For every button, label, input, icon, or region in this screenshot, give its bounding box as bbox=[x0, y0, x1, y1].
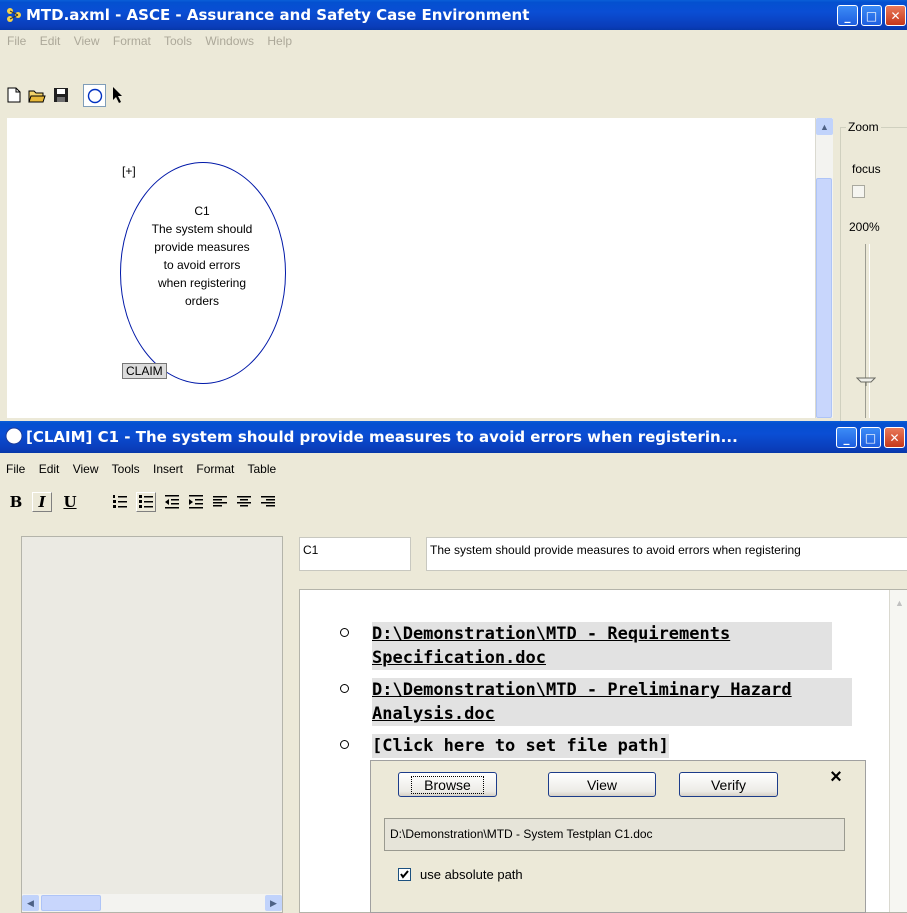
absolute-path-checkbox[interactable] bbox=[398, 868, 411, 881]
menu-format[interactable]: Format bbox=[113, 34, 151, 48]
browse-button-label: Browse bbox=[411, 775, 484, 794]
browse-button[interactable]: Browse bbox=[398, 772, 497, 797]
zoom-level-value: 200% bbox=[849, 220, 880, 234]
claim-menu-file[interactable]: File bbox=[6, 462, 25, 476]
claim-menu-bar: File Edit View Tools Insert Format Table bbox=[0, 455, 907, 483]
body-vertical-scrollbar[interactable]: ▲ bbox=[889, 590, 907, 912]
claim-menu-view[interactable]: View bbox=[73, 462, 99, 476]
zoom-label: Zoom bbox=[846, 120, 881, 134]
claim-menu-tools[interactable]: Tools bbox=[112, 462, 140, 476]
claim-minimize-button[interactable]: _ bbox=[836, 427, 857, 448]
minimize-button[interactable]: _ bbox=[837, 5, 858, 26]
claim-menu-table[interactable]: Table bbox=[248, 462, 277, 476]
view-button[interactable]: View bbox=[548, 772, 656, 797]
hscroll-thumb[interactable] bbox=[41, 895, 101, 911]
menu-view[interactable]: View bbox=[74, 34, 100, 48]
node-type-label[interactable]: CLAIM bbox=[122, 363, 167, 379]
claim-title-field[interactable]: The system should provide measures to av… bbox=[426, 537, 907, 571]
align-right-icon[interactable] bbox=[258, 492, 278, 512]
claim-menu-format[interactable]: Format bbox=[196, 462, 234, 476]
zoom-slider-thumb[interactable] bbox=[855, 374, 877, 386]
open-folder-icon[interactable] bbox=[27, 85, 47, 105]
evidence-item: [Click here to set file path] bbox=[340, 734, 860, 758]
zoom-slider-track bbox=[865, 244, 870, 418]
evidence-link-requirements[interactable]: D:\Demonstration\MTD - Requirements Spec… bbox=[372, 622, 832, 670]
menu-help[interactable]: Help bbox=[267, 34, 292, 48]
evidence-item: D:\Demonstration\MTD - Requirements Spec… bbox=[340, 622, 860, 670]
bullet-circle-icon bbox=[340, 684, 349, 693]
diagram-canvas[interactable]: [+] C1 The system should provide measure… bbox=[7, 118, 832, 418]
claim-id-field[interactable]: C1 bbox=[299, 537, 411, 571]
file-path-popup: Browse View Verify × D:\Demonstration\MT… bbox=[370, 760, 866, 913]
claim-menu-insert[interactable]: Insert bbox=[153, 462, 183, 476]
main-window-title: MTD.axml - ASCE - Assurance and Safety C… bbox=[26, 6, 530, 24]
canvas-vertical-scrollbar[interactable]: ▲ bbox=[815, 118, 833, 418]
bullet-circle-icon bbox=[340, 628, 349, 637]
main-menu-bar: File Edit View Format Tools Windows Help bbox=[0, 30, 907, 52]
underline-button[interactable]: U bbox=[60, 492, 80, 512]
new-file-icon[interactable] bbox=[4, 85, 24, 105]
claim-maximize-button[interactable]: □ bbox=[860, 427, 881, 448]
absolute-path-label: use absolute path bbox=[420, 867, 523, 882]
file-path-field[interactable]: D:\Demonstration\MTD - System Testplan C… bbox=[384, 818, 845, 851]
scroll-right-arrow-icon[interactable]: ▶ bbox=[265, 895, 282, 911]
zoom-panel: Zoom focus 200% bbox=[835, 118, 907, 429]
main-title-bar[interactable]: MTD.axml - ASCE - Assurance and Safety C… bbox=[0, 0, 907, 30]
left-panel: ◀ ▶ bbox=[21, 536, 283, 913]
align-left-icon[interactable] bbox=[210, 492, 230, 512]
maximize-button[interactable]: □ bbox=[861, 5, 882, 26]
popup-close-icon[interactable]: × bbox=[826, 767, 846, 787]
evidence-link-hazard-analysis[interactable]: D:\Demonstration\MTD - Preliminary Hazar… bbox=[372, 678, 852, 726]
verify-button[interactable]: Verify bbox=[679, 772, 778, 797]
bullet-circle-icon bbox=[340, 740, 349, 749]
app-icon bbox=[5, 6, 23, 24]
format-toolbar: B I U bbox=[0, 485, 907, 519]
align-center-icon[interactable] bbox=[234, 492, 254, 512]
evidence-item: D:\Demonstration\MTD - Preliminary Hazar… bbox=[340, 678, 860, 726]
set-file-path-link[interactable]: [Click here to set file path] bbox=[372, 734, 669, 758]
body-scroll-up-icon[interactable]: ▲ bbox=[891, 594, 907, 611]
pointer-tool-icon[interactable] bbox=[108, 85, 128, 105]
claim-node-text: C1 The system should provide measures to… bbox=[150, 202, 254, 310]
menu-windows[interactable]: Windows bbox=[205, 34, 254, 48]
scroll-up-arrow-icon[interactable]: ▲ bbox=[816, 118, 833, 135]
close-button[interactable]: ✕ bbox=[885, 5, 906, 26]
decrease-indent-icon[interactable] bbox=[162, 492, 182, 512]
menu-edit[interactable]: Edit bbox=[40, 34, 61, 48]
focus-checkbox[interactable] bbox=[852, 185, 865, 198]
numbered-list-icon[interactable] bbox=[110, 492, 130, 512]
node-expand-toggle[interactable]: [+] bbox=[122, 164, 136, 178]
scroll-thumb[interactable] bbox=[816, 178, 832, 418]
bulleted-list-icon[interactable] bbox=[136, 492, 156, 512]
bold-button[interactable]: B bbox=[6, 492, 26, 512]
circle-tool-icon[interactable] bbox=[83, 84, 106, 107]
claim-menu-edit[interactable]: Edit bbox=[39, 462, 60, 476]
menu-file[interactable]: File bbox=[7, 34, 26, 48]
claim-window-title: [CLAIM] C1 - The system should provide m… bbox=[26, 428, 738, 446]
claim-title-bar[interactable]: [CLAIM] C1 - The system should provide m… bbox=[0, 421, 907, 453]
increase-indent-icon[interactable] bbox=[186, 492, 206, 512]
claim-node-statement: The system should provide measures to av… bbox=[151, 222, 253, 308]
claim-node-id: C1 bbox=[194, 204, 210, 218]
italic-button[interactable]: I bbox=[32, 492, 52, 512]
menu-tools[interactable]: Tools bbox=[164, 34, 192, 48]
claim-node-icon bbox=[5, 427, 23, 445]
main-toolbar bbox=[0, 52, 907, 118]
left-panel-hscrollbar[interactable]: ◀ ▶ bbox=[22, 894, 282, 912]
focus-label: focus bbox=[852, 162, 881, 176]
claim-close-button[interactable]: ✕ bbox=[884, 427, 905, 448]
scroll-left-arrow-icon[interactable]: ◀ bbox=[22, 895, 39, 911]
save-icon[interactable] bbox=[51, 85, 71, 105]
